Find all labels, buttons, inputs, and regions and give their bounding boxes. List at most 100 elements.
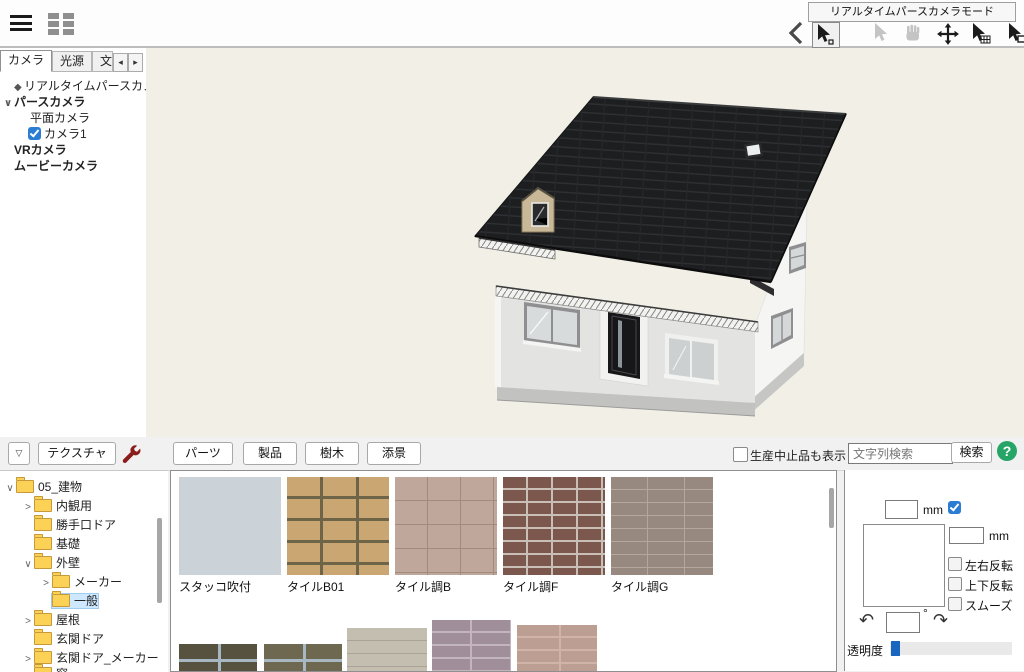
texture-thumb[interactable] — [179, 644, 257, 672]
texture-name: タイル調B — [395, 578, 451, 595]
smooth-checkbox[interactable] — [948, 597, 962, 611]
texture-thumb[interactable] — [611, 477, 713, 575]
texture-preview-box — [863, 524, 945, 607]
texture-thumb[interactable] — [264, 644, 342, 672]
texture-thumb[interactable] — [287, 477, 389, 575]
chevron-open-icon[interactable]: ∨ — [4, 479, 16, 498]
smooth-label: スムーズ — [965, 597, 1012, 614]
folder-label: 内観用 — [56, 499, 92, 513]
folder-scrollbar[interactable] — [157, 518, 162, 603]
parts-button[interactable]: パーツ — [173, 442, 233, 465]
folder-row[interactable]: ∨ 05_建物 — [4, 478, 82, 497]
checked-checkbox-icon[interactable] — [28, 127, 41, 140]
height-mm-input[interactable] — [949, 527, 984, 544]
folder-label: 屋根 — [56, 613, 80, 627]
folder-row[interactable]: >メーカー — [40, 573, 122, 592]
mode-label: リアルタイムパースカメラモード — [808, 2, 1016, 22]
3d-viewport[interactable] — [146, 48, 1024, 437]
tree-item-plan-camera[interactable]: 平面カメラ — [0, 110, 146, 126]
folder-label: 05_建物 — [38, 480, 82, 494]
chevron-closed-icon[interactable]: > — [40, 574, 52, 593]
texture-name: タイル調F — [503, 578, 558, 595]
folder-label: 玄関ドア_メーカー — [56, 651, 159, 665]
texture-thumb[interactable] — [347, 628, 427, 672]
flip-vertical-label: 上下反転 — [965, 577, 1013, 594]
product-button[interactable]: 製品 — [243, 442, 297, 465]
folder-row[interactable]: > 内観用 — [22, 497, 92, 516]
texture-button[interactable]: テクスチャ — [38, 442, 116, 465]
tab-scroll-right-icon[interactable]: ▸ — [128, 53, 143, 72]
folder-icon — [34, 613, 52, 626]
tree-item-movie-camera[interactable]: ムービーカメラ — [0, 158, 146, 174]
texture-thumb[interactable] — [432, 620, 511, 672]
texture-name: スタッコ吹付 — [179, 578, 251, 595]
folder-icon — [34, 556, 52, 569]
scenery-button[interactable]: 添景 — [367, 442, 421, 465]
chevron-closed-icon[interactable]: > — [22, 612, 34, 631]
chevron-closed-icon[interactable]: > — [22, 650, 34, 669]
tab-light[interactable]: 光源 — [52, 51, 92, 72]
opacity-label: 透明度 — [847, 642, 883, 659]
grid-view-icon[interactable] — [48, 13, 75, 35]
folder-icon — [34, 537, 52, 550]
library-toolbar: ▽ テクスチャ パーツ 製品 樹木 添景 生産中止品も表示 検索 ? — [0, 437, 1024, 471]
folder-row-selected[interactable]: 一般 — [52, 592, 98, 611]
tree-item-pers-camera[interactable]: ∨パースカメラ — [0, 94, 146, 110]
texture-thumb[interactable] — [179, 477, 281, 575]
tree-item-vr-camera[interactable]: VRカメラ — [0, 142, 146, 158]
tab-text[interactable]: 文字 — [92, 51, 113, 72]
folder-label: 外壁 — [56, 556, 80, 570]
width-mm-input[interactable] — [885, 500, 918, 519]
diamond-icon: ◆ — [14, 80, 24, 94]
chevron-open-icon[interactable]: ∨ — [22, 555, 34, 574]
dropdown-button[interactable]: ▽ — [8, 442, 30, 465]
select-grid-tool-button[interactable] — [968, 22, 994, 46]
help-icon[interactable]: ? — [997, 441, 1017, 461]
camera-tree: ◆リアルタイムパースカメラ ∨パースカメラ 平面カメラ カメラ1 VRカメラ ム… — [0, 78, 146, 174]
folder-label: 基礎 — [56, 537, 80, 551]
texture-thumb[interactable] — [517, 625, 597, 672]
folder-label: 勝手口ドア — [56, 518, 116, 532]
texture-scrollbar[interactable] — [829, 488, 834, 528]
collapse-toolbar-chevron-icon[interactable] — [787, 20, 805, 46]
select-box-tool-button[interactable] — [1004, 22, 1024, 46]
pan-hand-tool-button[interactable] — [901, 22, 927, 46]
folder-label: 窓 — [56, 667, 68, 672]
chevron-open-icon[interactable]: ∨ — [4, 96, 14, 110]
tree-item-realtime-camera[interactable]: ◆リアルタイムパースカメラ — [0, 78, 146, 94]
discontinued-checkbox[interactable] — [733, 447, 748, 462]
folder-row[interactable]: ∨ 外壁 — [22, 554, 80, 573]
triangle-down-icon: ▽ — [16, 448, 23, 458]
folder-row[interactable]: 基礎 — [34, 535, 80, 554]
texture-thumb[interactable] — [395, 477, 497, 575]
folder-icon — [52, 594, 70, 607]
move-tool-button[interactable] — [936, 22, 962, 46]
house-3d-render — [146, 48, 1024, 437]
texture-properties-panel: mm mm 左右反転 上下反転 スムーズ ↶ ° ↷ 透明度 — [844, 470, 1024, 671]
lock-aspect-checkbox[interactable] — [948, 501, 961, 514]
opacity-slider-track[interactable] — [890, 642, 1012, 655]
rotation-angle-input[interactable] — [886, 612, 920, 633]
tree-button[interactable]: 樹木 — [305, 442, 359, 465]
folder-row[interactable]: 玄関ドア — [34, 630, 104, 649]
chevron-closed-icon[interactable]: > — [22, 498, 34, 517]
pointer-tool-button[interactable] — [870, 22, 896, 46]
folder-row[interactable]: 勝手口ドア — [34, 516, 116, 535]
select-tool-button[interactable] — [812, 22, 840, 48]
flip-horizontal-checkbox[interactable] — [948, 557, 962, 571]
tab-camera[interactable]: カメラ — [0, 50, 52, 72]
folder-row[interactable]: > 屋根 — [22, 611, 80, 630]
tab-scroll-left-icon[interactable]: ◂ — [113, 53, 128, 72]
texture-thumb[interactable] — [503, 477, 605, 575]
search-button[interactable]: 検索 — [951, 442, 992, 463]
opacity-slider-handle[interactable] — [891, 641, 900, 656]
wrench-icon[interactable] — [120, 443, 142, 465]
rotate-left-icon[interactable]: ↶ — [859, 611, 874, 629]
hamburger-menu-icon[interactable] — [10, 15, 32, 31]
tree-item-camera1[interactable]: カメラ1 — [0, 126, 146, 142]
mm-unit-label: mm — [989, 529, 1009, 543]
search-input[interactable] — [848, 443, 953, 464]
rotate-right-icon[interactable]: ↷ — [933, 611, 948, 629]
flip-vertical-checkbox[interactable] — [948, 577, 962, 591]
tree-item-label: リアルタイムパースカメラ — [24, 79, 146, 93]
